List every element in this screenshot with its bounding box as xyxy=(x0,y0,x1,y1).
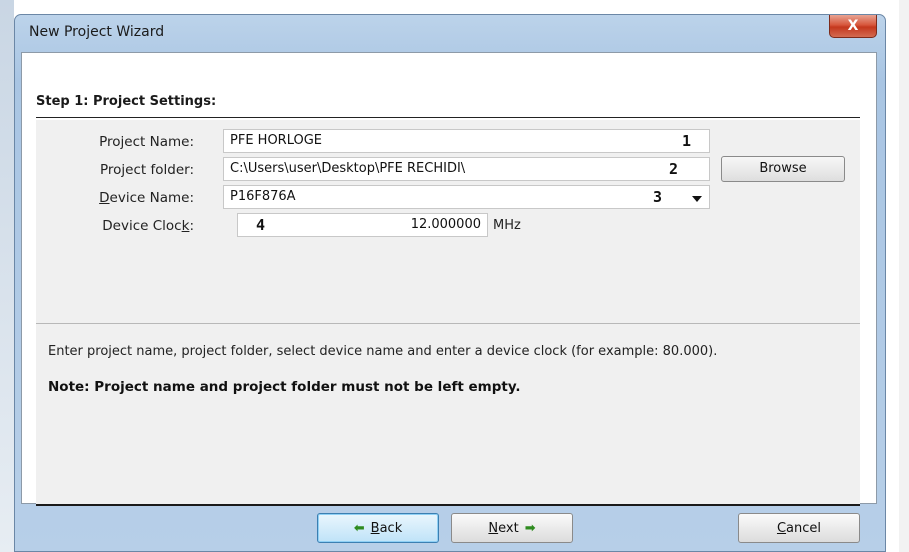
back-button[interactable]: ⬅ Back xyxy=(317,513,439,543)
marker-2: 2 xyxy=(669,160,679,178)
project-folder-value: C:\Users\user\Desktop\PFE RECHIDI\ xyxy=(230,161,466,176)
browse-button[interactable]: Browse xyxy=(721,156,845,182)
instructions-text: Enter project name, project folder, sele… xyxy=(48,344,718,359)
device-name-label-text: evice Name: xyxy=(109,190,194,206)
title-bar[interactable]: New Project Wizard X xyxy=(15,15,885,51)
new-project-wizard-window: New Project Wizard X Step 1: Project Set… xyxy=(14,14,886,552)
project-name-label: Project Name: xyxy=(99,134,194,150)
project-folder-label: Project folder: xyxy=(100,162,194,178)
chevron-down-icon[interactable] xyxy=(692,196,702,202)
device-name-select[interactable]: P16F876A xyxy=(223,185,710,209)
section-divider xyxy=(36,323,860,324)
background-app-strip xyxy=(0,0,14,552)
close-icon: X xyxy=(847,18,859,34)
green-right-arrow-icon: ➡ xyxy=(524,520,536,536)
next-button[interactable]: Next ➡ xyxy=(451,513,573,543)
device-clock-label-colon: : xyxy=(189,218,194,234)
device-clock-value: 12.000000 xyxy=(410,217,481,232)
wizard-content: Step 1: Project Settings: Project Name: … xyxy=(21,52,877,506)
step-title: Step 1: Project Settings: xyxy=(36,94,217,109)
marker-3: 3 xyxy=(653,188,663,206)
next-button-label: Next xyxy=(488,520,519,536)
warning-note: Note: Project name and project folder mu… xyxy=(48,379,521,395)
close-button[interactable]: X xyxy=(829,15,877,38)
cancel-button[interactable]: Cancel xyxy=(738,513,860,543)
device-clock-label: Device Clock: xyxy=(44,218,194,234)
device-name-label: Device Name: xyxy=(44,190,194,206)
device-clock-label-text: Device Cloc xyxy=(102,218,182,234)
project-folder-input[interactable]: C:\Users\user\Desktop\PFE RECHIDI\ xyxy=(223,157,710,181)
settings-panel: Project Name: PFE HORLOGE 1 Project fold… xyxy=(36,120,860,506)
project-name-value: PFE HORLOGE xyxy=(230,133,323,148)
device-clock-input[interactable]: 12.000000 xyxy=(237,213,488,237)
cancel-button-label: Cancel xyxy=(776,520,822,536)
project-name-input[interactable]: PFE HORLOGE xyxy=(223,129,710,153)
step-divider xyxy=(36,117,860,118)
marker-4: 4 xyxy=(256,216,266,234)
green-left-arrow-icon: ⬅ xyxy=(353,520,365,536)
device-name-label-accesskey: D xyxy=(99,190,110,206)
back-button-label: Back xyxy=(370,520,403,536)
background-right-strip xyxy=(899,0,909,552)
marker-1: 1 xyxy=(682,132,692,150)
device-name-value: P16F876A xyxy=(230,189,296,204)
device-clock-unit: MHz xyxy=(493,218,521,233)
window-title: New Project Wizard xyxy=(29,24,165,40)
button-bar: ⬅ Back Next ➡ Cancel xyxy=(21,505,877,551)
